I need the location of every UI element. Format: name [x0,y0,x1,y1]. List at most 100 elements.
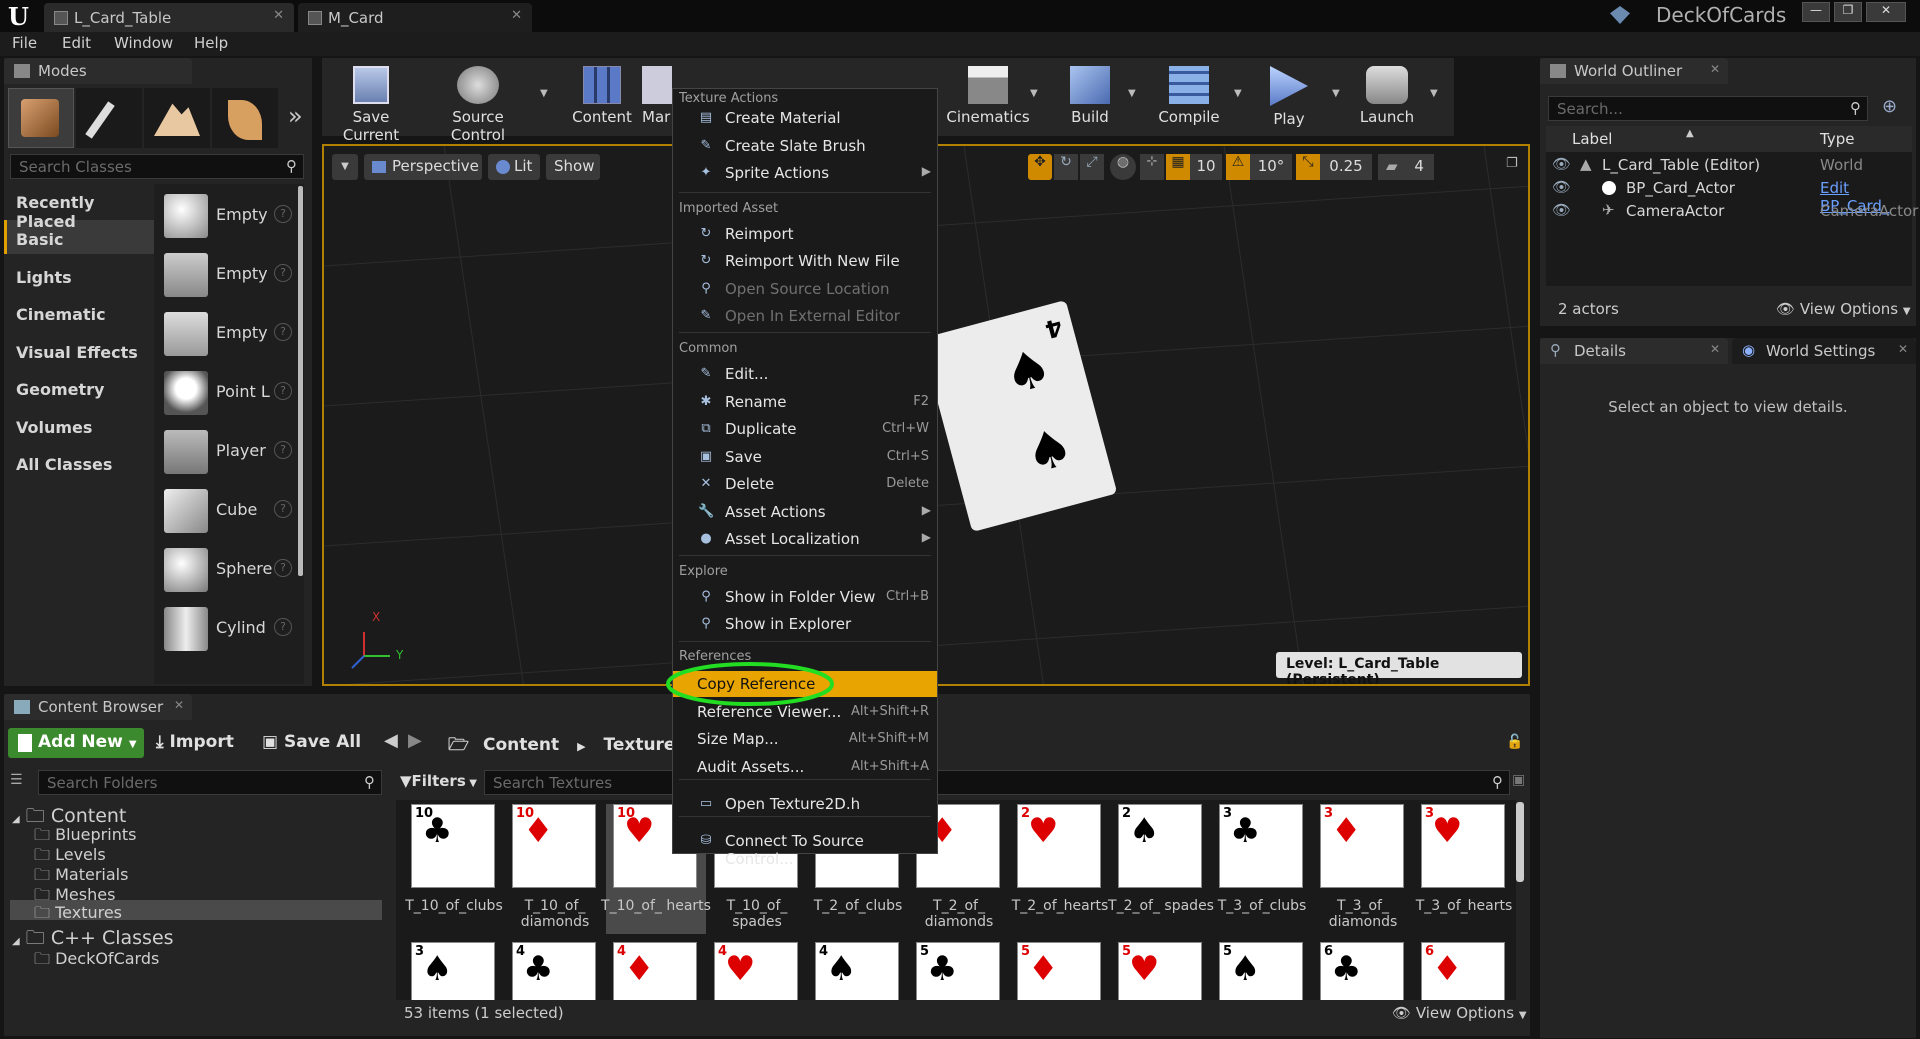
asset-tile[interactable]: 10 ♣ T_10_of_clubs [404,804,504,934]
grid-snap-icon[interactable]: ▦ [1166,154,1190,180]
cinematics-button[interactable]: Cinematics [940,62,1036,132]
asset-tile[interactable]: 4 ♥ [707,942,807,1000]
menu-item-delete[interactable]: ✕ Delete Delete [673,471,937,497]
lock-icon[interactable]: 🔓 [1506,734,1523,750]
asset-tile[interactable]: 4 ♠ [808,942,908,1000]
asset-tile[interactable]: 10 ♦ T_10_of_ diamonds [505,804,605,934]
menu-help[interactable]: Help [194,34,228,52]
help-icon[interactable]: ? [274,205,292,223]
add-new-button[interactable]: Add New ▼ [8,728,144,758]
asset-tile[interactable]: 5 ♥ [1111,942,1211,1000]
add-actor-icon[interactable]: ⊕ [1882,96,1906,120]
place-item[interactable]: Point L? [162,367,292,421]
help-icon[interactable]: ? [274,500,292,518]
outliner-row[interactable]: 👁 ✈ CameraActor CameraActor [1546,200,1918,222]
category-volumes[interactable]: Volumes [16,418,92,437]
asset-tile[interactable]: 2 ♠ T_2_of_ spades [1108,804,1214,934]
close-icon[interactable]: ✕ [1710,342,1720,356]
content-browser-tab[interactable]: Content Browser ✕ [4,694,192,720]
help-icon[interactable]: ? [274,264,292,282]
modes-expand-icon[interactable]: » [288,102,303,130]
compile-button[interactable]: Compile [1148,62,1230,132]
minimize-button[interactable]: — [1802,2,1830,22]
tab-l-card-table[interactable]: L_Card_Table ✕ [44,3,294,32]
place-item[interactable]: Cylind? [162,603,292,657]
help-icon[interactable]: ? [274,323,292,341]
category-all-classes[interactable]: All Classes [16,455,112,474]
close-icon[interactable]: ✕ [174,698,184,712]
asset-tile[interactable]: 4 ♣ [505,942,605,1000]
scale-snap-value[interactable]: 0.25 [1320,154,1372,180]
menu-item-show-in-explorer[interactable]: ⚲ Show in Explorer [673,611,937,637]
play-button[interactable]: Play [1256,62,1322,132]
lit-button[interactable]: Lit [488,154,540,180]
nav-back-icon[interactable]: ◀ [384,730,398,751]
menu-edit[interactable]: Edit [62,34,91,52]
menu-item-audit-assets[interactable]: Audit Assets... Alt+Shift+A [673,754,937,780]
launch-button[interactable]: Launch [1352,62,1422,132]
help-icon[interactable]: ? [274,382,292,400]
translate-tool[interactable]: ✥ [1028,154,1052,180]
chevron-down-icon[interactable]: ▼ [1332,88,1340,99]
close-icon[interactable]: ✕ [273,8,284,23]
mode-paint[interactable] [76,88,142,148]
eye-icon[interactable]: 👁 [1552,178,1571,196]
maximize-button[interactable]: ❐ [1834,2,1862,22]
camera-speed-button[interactable]: ▰ 4 [1378,154,1434,180]
menu-item-connect-to-source-control[interactable]: ⛁ Connect To Source Control... [673,828,937,868]
asset-tile[interactable]: 6 ♣ [1313,942,1413,1000]
world-local-icon[interactable]: ◍ [1110,154,1136,180]
menu-item-reimport[interactable]: ↻ Reimport [673,221,937,247]
asset-tile[interactable]: 3 ♠ [404,942,504,1000]
close-icon[interactable]: ✕ [1898,342,1908,356]
search-folders-input[interactable]: Search Folders ⚲ [38,770,382,795]
folder-tree-icon[interactable]: ☰ [10,772,23,788]
col-label[interactable]: Label [1572,130,1612,148]
import-button[interactable]: ⤓ Import [156,728,246,758]
category-geometry[interactable]: Geometry [16,380,104,399]
search-textures-input[interactable]: Search Textures ⚲ [484,770,1510,795]
category-visual-effects[interactable]: Visual Effects [16,343,138,362]
menu-item-edit[interactable]: ✎ Edit... [673,361,937,387]
menu-item-show-in-folder-view[interactable]: ⚲ Show in Folder View Ctrl+B [673,584,937,610]
surface-snap-icon[interactable]: ⊹ [1140,154,1164,180]
menu-item-reimport-with-new-file[interactable]: ↻ Reimport With New File [673,248,937,274]
chevron-down-icon[interactable]: ▼ [1234,88,1242,99]
show-button[interactable]: Show [546,154,600,180]
chevron-down-icon[interactable]: ▼ [1128,88,1136,99]
mode-landscape[interactable] [144,88,210,148]
menu-window[interactable]: Window [114,34,173,52]
asset-tile[interactable]: 5 ♣ [909,942,1009,1000]
asset-tile[interactable]: 3 ♥ T_3_of_hearts [1414,804,1514,934]
chevron-down-icon[interactable]: ▼ [1030,88,1038,99]
menu-item-save[interactable]: ▣ Save Ctrl+S [673,444,937,470]
help-icon[interactable]: ? [274,441,292,459]
scale-snap-icon[interactable]: ⤡ [1296,154,1320,180]
content-view-options[interactable]: 👁 View Options ▼ [1392,1004,1527,1022]
content-button[interactable]: Content [566,62,638,132]
eye-icon[interactable]: 👁 [1552,155,1571,173]
asset-tile[interactable]: 6 ♦ [1414,942,1514,1000]
place-item[interactable]: Empty? [162,308,292,362]
place-item[interactable]: Sphere? [162,544,292,598]
rotate-tool[interactable]: ↻ [1054,154,1078,180]
menu-item-sprite-actions[interactable]: ✦ Sprite Actions ▶ [673,160,937,186]
source-control-button[interactable]: Source Control [426,62,530,144]
help-icon[interactable]: ? [274,618,292,636]
scrollbar[interactable] [298,186,303,576]
asset-tile[interactable]: 3 ♣ T_3_of_clubs [1212,804,1312,934]
chevron-down-icon[interactable]: ▼ [1430,88,1438,99]
place-item[interactable]: Player? [162,426,292,480]
rotation-snap-value[interactable]: 10° [1250,154,1292,180]
modes-tab[interactable]: Modes [4,58,192,84]
save-search-icon[interactable]: ▣ [1512,772,1525,788]
menu-item-size-map[interactable]: Size Map... Alt+Shift+M [673,726,937,752]
save-current-button[interactable]: Save Current [328,62,414,144]
details-tab[interactable]: ⚲ Details ✕ [1540,338,1728,364]
build-button[interactable]: Build [1050,62,1130,132]
menu-item-open-source-location[interactable]: ⚲ Open Source Location [673,276,937,302]
menu-item-open-in-external-editor[interactable]: ✎ Open In External Editor [673,303,937,329]
asset-tile[interactable]: 2 ♥ T_2_of_hearts [1010,804,1110,934]
tree-item-deckofcards[interactable]: 🗀 DeckOfCards [34,948,159,975]
world-outliner-tab[interactable]: World Outliner ✕ [1540,58,1728,84]
